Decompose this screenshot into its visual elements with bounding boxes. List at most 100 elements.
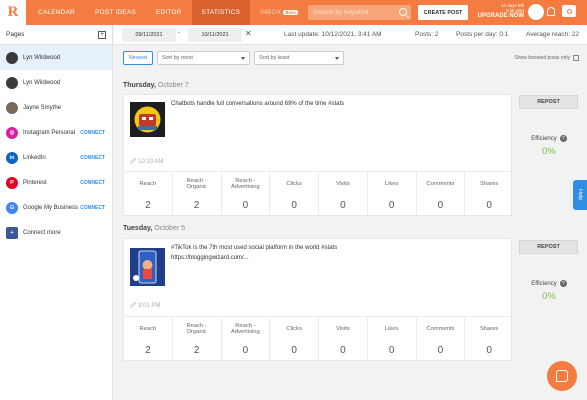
bell-icon[interactable] <box>547 7 555 16</box>
nav-post-ideas[interactable]: POST IDEAS <box>85 0 146 25</box>
sidebar-item-pinterest[interactable]: P Pinterest CONNECT <box>0 170 112 195</box>
beta-badge: Beta <box>283 10 298 15</box>
metric-reach-organic: Reach - Organic 2 <box>173 317 222 360</box>
search-placeholder: Search by keyword <box>313 9 369 16</box>
google-icon: G <box>6 201 18 214</box>
sidebar-header: Pages + <box>0 25 112 45</box>
create-post-button[interactable]: CREATE POST <box>418 5 468 20</box>
post-date: October 5 <box>154 225 186 232</box>
nav-editor[interactable]: EDITOR <box>146 0 192 25</box>
instagram-icon: ◎ <box>6 126 18 139</box>
sidebar-item-google-my-business[interactable]: G Google My Business CONNECT <box>0 195 112 220</box>
sidebar-title: Pages <box>6 31 25 38</box>
repost-button[interactable]: REPOST <box>519 95 578 109</box>
metric-comments: Comments 0 <box>417 172 466 215</box>
last-update: Last update: 10/12/2021, 3:41 AM <box>284 31 382 38</box>
post-time: 🖉 10:10 AM <box>130 159 164 165</box>
date-from-input[interactable]: 09/11/2021 <box>122 28 176 42</box>
repost-button[interactable]: REPOST <box>519 240 578 254</box>
sidebar-item-label: Connect more <box>23 229 61 236</box>
metric-likes: Likes 0 <box>368 317 417 360</box>
nav-inbox-label: INBOX <box>260 9 282 16</box>
hashtag[interactable]: #stats <box>328 101 344 107</box>
connect-pinterest-button[interactable]: CONNECT <box>80 180 105 186</box>
connect-instagram-button[interactable]: CONNECT <box>80 130 105 136</box>
date-filter-bar: 09/11/2021 - 10/11/2021 ✕ Last update: 1… <box>114 25 587 45</box>
boosted-checkbox[interactable] <box>573 55 579 61</box>
help-tab[interactable]: Help <box>573 180 587 210</box>
date-to-input[interactable]: 10/11/2021 <box>188 28 242 42</box>
efficiency-label: Efficiency? <box>519 280 579 287</box>
app-logo[interactable]: R <box>0 0 26 25</box>
user-avatar[interactable] <box>528 4 544 20</box>
sidebar-item-label: LinkedIn <box>23 154 46 161</box>
metric-reach-advertising: Reach - Advertising 0 <box>222 317 271 360</box>
sidebar-item-lyn-wildwood[interactable]: Lyn Wildwood <box>0 45 112 70</box>
sort-bar: Newest Sort by most Sort by least Show b… <box>114 51 587 67</box>
pinterest-icon: P <box>6 176 18 189</box>
sort-by-most-select[interactable]: Sort by most <box>157 51 250 65</box>
metric-reach-organic: Reach - Organic 2 <box>173 172 222 215</box>
post-card: #TikTok is the 7th most used social plat… <box>123 238 513 361</box>
metric-reach: Reach 2 <box>124 172 173 215</box>
sidebar-item-label: Lyn Wildwood <box>23 79 61 86</box>
connect-linkedin-button[interactable]: CONNECT <box>80 155 105 161</box>
boosted-posts-toggle[interactable]: Show boosted posts only <box>514 55 579 61</box>
sidebar-item-label: Lyn Wildwood <box>23 54 61 61</box>
metric-visits: Visits 0 <box>319 172 368 215</box>
metric-comments: Comments 0 <box>417 317 466 360</box>
sidebar-item-connect-more[interactable]: + Connect more <box>0 220 112 245</box>
chat-icon[interactable] <box>547 361 577 391</box>
post-actions: REPOST Efficiency? 0% <box>519 240 579 302</box>
post-date-heading: Thursday, October 7 <box>123 82 189 89</box>
add-page-icon[interactable]: + <box>98 30 106 39</box>
search-icon[interactable] <box>399 8 407 16</box>
metric-shares: Shares 0 <box>479 181 499 211</box>
post-date-heading: Tuesday, October 5 <box>123 225 186 232</box>
post-time: 🖉 3:01 PM <box>130 303 161 309</box>
connect-more-icon: + <box>6 226 18 239</box>
date-separator: - <box>178 30 180 36</box>
sidebar-item-instagram[interactable]: ◎ Instagram Personal CONNECT <box>0 120 112 145</box>
hashtag[interactable]: #stats <box>321 245 337 251</box>
nav-calendar[interactable]: CALENDAR <box>28 0 85 25</box>
efficiency-label: Efficiency? <box>519 135 579 142</box>
boosted-label: Show boosted posts only <box>514 55 570 61</box>
sidebar-item-label: Jayne Smythe <box>23 104 62 111</box>
post-thumbnail[interactable] <box>130 102 165 137</box>
help-question-icon[interactable]: ? <box>559 280 567 287</box>
post-date: October 7 <box>157 82 189 89</box>
sidebar-item-jayne-smythe[interactable]: Jayne Smythe <box>0 95 112 120</box>
upgrade-now-link[interactable]: UPGRADE NOW <box>474 13 524 19</box>
sidebar-item-linkedin[interactable]: in LinkedIn CONNECT <box>0 145 112 170</box>
nav-statistics[interactable]: STATISTICS <box>191 0 251 25</box>
nav-inbox[interactable]: INBOX Beta <box>250 0 308 25</box>
statistics-main: 09/11/2021 - 10/11/2021 ✕ Last update: 1… <box>114 25 587 400</box>
post-thumbnail[interactable] <box>130 248 165 286</box>
posts-count: Posts: 2 <box>415 31 439 38</box>
metric-reach-advertising: Reach - Advertising 0 <box>222 172 271 215</box>
help-question-icon[interactable]: ? <box>559 135 567 142</box>
newest-button[interactable]: Newest <box>123 51 153 65</box>
post-text: #TikTok is the 7th most used social plat… <box>171 245 338 261</box>
camera-icon[interactable] <box>562 5 576 17</box>
clear-dates-icon[interactable]: ✕ <box>245 29 252 38</box>
sidebar-item-label: Pinterest <box>23 179 47 186</box>
post-metrics: Reach 2 Reach - Organic 2 Reach - Advertis… <box>124 316 513 360</box>
connect-google-button[interactable]: CONNECT <box>80 205 105 211</box>
avatar-icon <box>6 76 18 89</box>
search-input[interactable]: Search by keyword <box>308 5 411 20</box>
pages-sidebar: Pages + Lyn Wildwood Lyn Wildwood Jayne … <box>0 25 113 400</box>
sidebar-item-lyn-wildwood-2[interactable]: Lyn Wildwood <box>0 70 112 95</box>
trial-info[interactable]: 14 days left Trial plan UPGRADE NOW <box>474 3 524 19</box>
posts-per-day: Posts per day: 0.1 <box>456 31 509 38</box>
efficiency-value: 0% <box>542 291 556 302</box>
post-card: Chatbots handle full conversations aroun… <box>123 94 513 216</box>
average-reach: Average reach: 22 <box>526 31 579 38</box>
avatar-icon <box>6 51 18 64</box>
efficiency-value: 0% <box>542 146 556 157</box>
linkedin-icon: in <box>6 151 18 164</box>
sort-by-least-select[interactable]: Sort by least <box>254 51 344 65</box>
metric-likes: Likes 0 <box>368 172 417 215</box>
post-link[interactable]: https://bloggingwizard.com/... <box>171 255 337 261</box>
